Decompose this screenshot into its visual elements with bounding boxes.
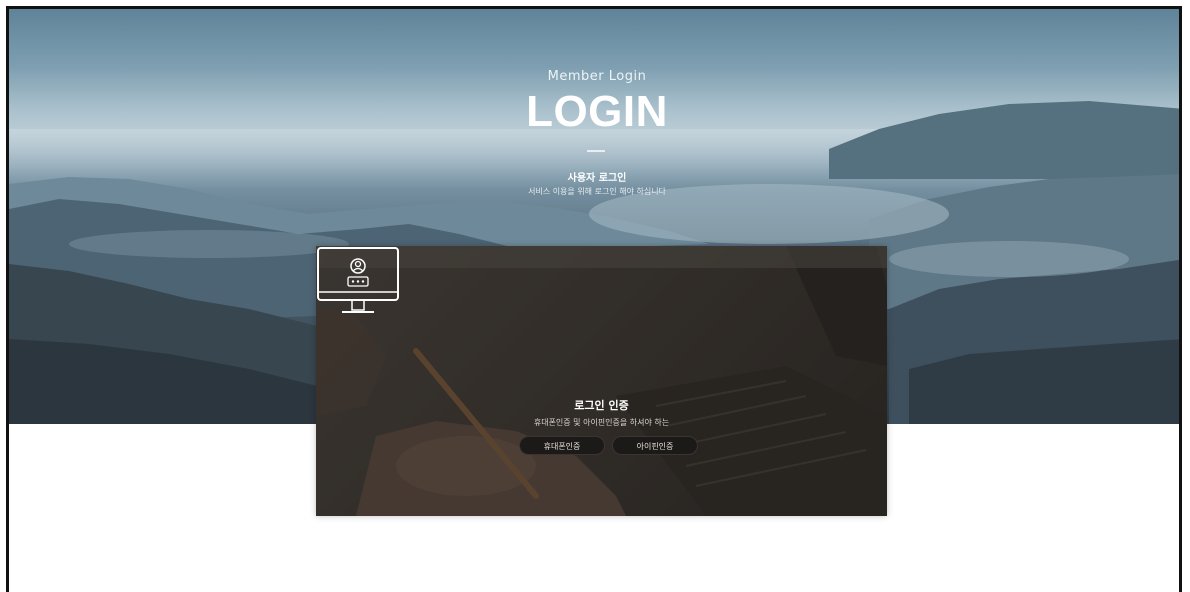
hero-heading: 사용자 로그인 — [567, 173, 627, 184]
hero-subtitle: Member Login — [547, 69, 647, 84]
phone-auth-button[interactable]: 휴대폰인증 — [519, 436, 605, 455]
card-overlay — [316, 246, 887, 516]
page-frame: Member Login LOGIN 사용자 로그인 서비스 이용을 위해 로그… — [6, 6, 1182, 592]
login-auth-card: 로그인 인증 휴대폰인증 및 아이핀인증을 하셔야 하는 휴대폰인증 아이핀인증 — [316, 246, 887, 516]
ipin-auth-button[interactable]: 아이핀인증 — [612, 436, 698, 455]
title-divider — [587, 150, 605, 152]
card-description: 휴대폰인증 및 아이핀인증을 하셔야 하는 — [533, 418, 670, 427]
card-title: 로그인 인증 — [574, 399, 629, 412]
page-title: LOGIN — [526, 87, 668, 136]
hero-description: 서비스 이용을 위해 로그인 해야 하십니다 — [528, 187, 666, 196]
monitor-user-icon — [317, 247, 399, 313]
